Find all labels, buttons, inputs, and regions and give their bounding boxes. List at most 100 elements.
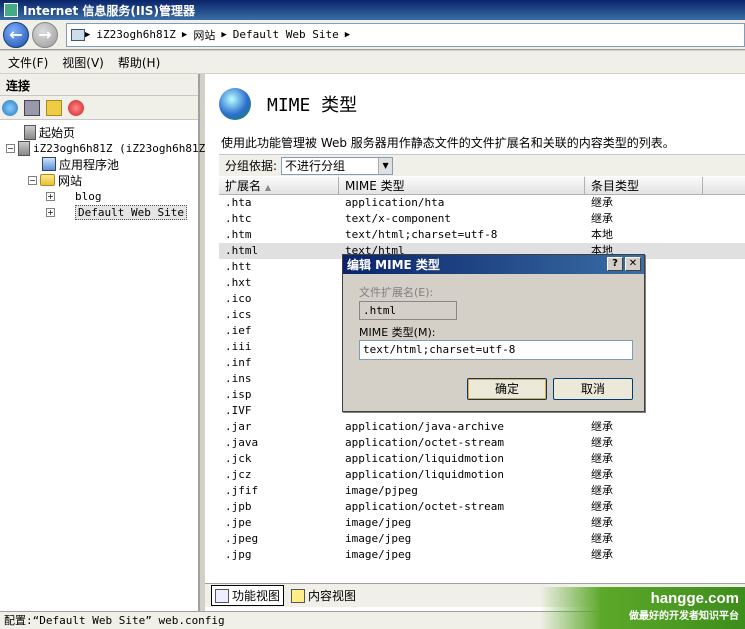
cell-mime-type: image/jpeg <box>345 532 412 545</box>
group-by-bar: 分组依据: 不进行分组 ▼ <box>219 154 745 176</box>
cell-extension: .hxt <box>225 276 252 289</box>
cell-extension: .isp <box>225 388 252 401</box>
table-row[interactable]: .jpg image/jpeg 继承 <box>219 547 745 563</box>
site-globe-icon <box>58 189 72 203</box>
expand-icon[interactable]: + <box>46 191 55 201</box>
cell-entry-type: 继承 <box>591 548 613 561</box>
column-header-ext[interactable]: 扩展名 ▲ <box>219 177 339 194</box>
dialog-body: 文件扩展名(E): .html MIME 类型(M): text/html;ch… <box>343 274 644 412</box>
computer-icon <box>71 28 85 41</box>
back-button[interactable]: ← <box>3 21 29 48</box>
up-folder-icon[interactable] <box>46 99 62 116</box>
cell-extension: .html <box>225 244 259 257</box>
column-header-entry[interactable]: 条目类型 <box>585 177 703 194</box>
cell-mime-type: image/jpeg <box>345 516 412 529</box>
tree-node-blog[interactable]: + blog <box>46 188 102 204</box>
cell-extension: .jar <box>225 420 252 433</box>
disconnect-icon[interactable] <box>68 99 84 116</box>
table-row[interactable]: .hta application/hta 继承 <box>219 195 745 211</box>
tree-label: blog <box>75 189 102 203</box>
connect-globe-icon[interactable] <box>2 99 18 116</box>
mime-globe-icon <box>219 88 251 120</box>
features-view-icon <box>215 588 229 603</box>
watermark-title: hangge.com <box>650 590 739 607</box>
dialog-title: 编辑 MIME 类型 <box>347 258 440 272</box>
tab-label: 功能视图 <box>232 589 281 603</box>
mime-type-field[interactable]: text/html;charset=utf-8 <box>359 340 633 360</box>
breadcrumb-server[interactable]: iZ23ogh6h81Z <box>90 28 181 41</box>
help-button[interactable]: ? <box>607 257 623 271</box>
page-title: MIME 类型 <box>267 95 358 116</box>
cell-extension: .jpeg <box>225 532 259 545</box>
chevron-right-icon[interactable]: ▶ <box>345 30 350 40</box>
sites-folder-icon <box>40 174 55 186</box>
cell-extension: .ico <box>225 292 252 305</box>
breadcrumb-sites[interactable]: 网站 <box>187 27 221 43</box>
address-row: ← → ▶ iZ23ogh6h81Z ▶ 网站 ▶ Default Web Si… <box>0 20 745 50</box>
table-row[interactable]: .jcz application/liquidmotion 继承 <box>219 467 745 483</box>
tree-label: 起始页 <box>39 125 76 140</box>
cell-mime-type: application/liquidmotion <box>345 468 504 481</box>
cell-extension: .jpb <box>225 500 252 513</box>
cell-extension: .java <box>225 436 259 449</box>
table-row[interactable]: .jck application/liquidmotion 继承 <box>219 451 745 467</box>
table-row[interactable]: .jfif image/pjpeg 继承 <box>219 483 745 499</box>
column-header-mime[interactable]: MIME 类型 <box>339 177 585 194</box>
cell-entry-type: 继承 <box>591 212 613 225</box>
tab-content-view[interactable]: 内容视图 <box>288 586 359 605</box>
breadcrumb-default-site[interactable]: Default Web Site <box>227 28 345 41</box>
cell-mime-type: application/java-archive <box>345 420 504 433</box>
tree-node-default-site[interactable]: + Default Web Site <box>46 204 187 220</box>
cell-mime-type: application/octet-stream <box>345 500 504 513</box>
collapse-icon[interactable]: − <box>6 143 15 153</box>
table-row[interactable]: .htm text/html;charset=utf-8 本地 <box>219 227 745 243</box>
menu-view[interactable]: 视图(V) <box>62 54 104 71</box>
table-row[interactable]: .htc text/x-component 继承 <box>219 211 745 227</box>
collapse-icon[interactable]: − <box>28 175 37 185</box>
close-button[interactable]: ✕ <box>625 257 641 271</box>
cell-mime-type: application/hta <box>345 196 445 209</box>
menu-file[interactable]: 文件(F) <box>8 54 48 71</box>
connections-toolbar <box>0 96 198 120</box>
app-pool-icon <box>42 157 56 171</box>
cell-extension: .inf <box>225 356 252 369</box>
save-icon[interactable] <box>24 99 40 116</box>
cell-extension: .jcz <box>225 468 252 481</box>
dialog-titlebar: 编辑 MIME 类型 ? ✕ <box>343 255 644 274</box>
tree-node-start-page[interactable]: 起始页 <box>24 124 75 140</box>
menu-help[interactable]: 帮助(H) <box>118 54 160 71</box>
feature-header: MIME 类型 <box>219 88 357 120</box>
cell-entry-type: 继承 <box>591 468 613 481</box>
connections-tree: 起始页 − iZ23ogh6h81Z (iZ23ogh6h81Z 应用程序池 −… <box>0 120 205 220</box>
forward-button[interactable]: → <box>32 21 58 48</box>
window-titlebar: Internet 信息服务(IIS)管理器 <box>0 0 745 20</box>
window-title: Internet 信息服务(IIS)管理器 <box>23 3 195 18</box>
group-by-select[interactable]: 不进行分组 ▼ <box>281 156 394 175</box>
cell-entry-type: 继承 <box>591 196 613 209</box>
cancel-button[interactable]: 取消 <box>553 378 633 400</box>
cell-extension: .htm <box>225 228 252 241</box>
cell-mime-type: image/jpeg <box>345 548 412 561</box>
cell-extension: .htc <box>225 212 252 225</box>
connections-header: 连接 <box>0 74 198 96</box>
address-bar[interactable]: ▶ iZ23ogh6h81Z ▶ 网站 ▶ Default Web Site ▶ <box>66 22 745 47</box>
tab-features-view[interactable]: 功能视图 <box>211 585 285 606</box>
cell-mime-type: application/octet-stream <box>345 436 504 449</box>
cell-entry-type: 本地 <box>591 228 613 241</box>
table-row[interactable]: .jpe image/jpeg 继承 <box>219 515 745 531</box>
chevron-down-icon[interactable]: ▼ <box>378 157 393 174</box>
tree-node-app-pools[interactable]: 应用程序池 <box>42 156 119 172</box>
tree-node-sites[interactable]: − 网站 <box>28 172 82 188</box>
cell-entry-type: 继承 <box>591 452 613 465</box>
mime-label: MIME 类型(M): <box>359 326 436 339</box>
table-row[interactable]: .java application/octet-stream 继承 <box>219 435 745 451</box>
cell-extension: .jpg <box>225 548 252 561</box>
cell-mime-type: text/x-component <box>345 212 451 225</box>
table-row[interactable]: .jpb application/octet-stream 继承 <box>219 499 745 515</box>
content-view-icon <box>291 588 306 603</box>
tree-node-server[interactable]: − iZ23ogh6h81Z (iZ23ogh6h81Z <box>6 140 205 156</box>
expand-icon[interactable]: + <box>46 207 55 217</box>
ok-button[interactable]: 确定 <box>467 378 547 400</box>
table-row[interactable]: .jar application/java-archive 继承 <box>219 419 745 435</box>
table-row[interactable]: .jpeg image/jpeg 继承 <box>219 531 745 547</box>
